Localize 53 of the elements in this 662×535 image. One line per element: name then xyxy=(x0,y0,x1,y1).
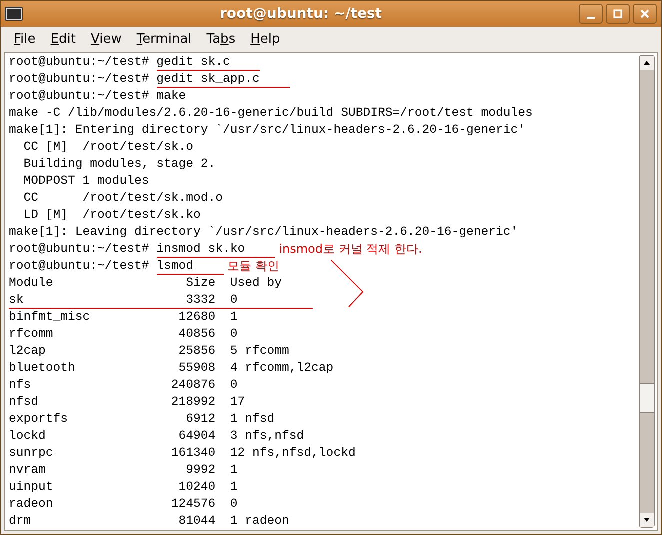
annotation-note: 모듈 확인 xyxy=(228,259,280,274)
command-text: insmod sk.ko xyxy=(156,242,276,258)
maximize-icon xyxy=(613,9,623,19)
menu-item[interactable]: File xyxy=(14,30,36,50)
maximize-button[interactable] xyxy=(606,4,630,24)
close-button[interactable] xyxy=(633,4,657,24)
output-line: nvram 9992 1 xyxy=(9,463,238,478)
output-line: nfs 240876 0 xyxy=(9,378,238,393)
close-icon xyxy=(640,9,650,19)
window-title: root@ubuntu: ~/test xyxy=(219,4,383,24)
output-line: drm 81044 1 radeon xyxy=(9,514,290,529)
output-line: nfsd 218992 17 xyxy=(9,395,246,410)
scroll-up-icon[interactable] xyxy=(640,56,654,70)
output-line: sk 3332 0 xyxy=(9,292,313,308)
shell-prompt: root@ubuntu:~/test# xyxy=(9,88,150,106)
shell-prompt: root@ubuntu:~/test# xyxy=(9,258,150,276)
output-line: make[1]: Leaving directory `/usr/src/linux-headers-2.6.20-16-generic' xyxy=(9,225,518,240)
command-text: lsmod xyxy=(156,258,224,274)
minimize-icon xyxy=(586,17,596,19)
annotation-note: insmod로 커널 적제 한다. xyxy=(279,242,422,257)
terminal-icon xyxy=(5,7,23,21)
shell-prompt: root@ubuntu:~/test# xyxy=(9,54,150,72)
output-line: binfmt_misc 12680 1 xyxy=(9,310,238,325)
minimize-button[interactable] xyxy=(579,4,603,24)
menu-item[interactable]: Help xyxy=(250,30,280,50)
output-line: lockd 64904 3 nfs,nfsd xyxy=(9,429,304,444)
shell-prompt: root@ubuntu:~/test# xyxy=(9,71,150,88)
output-line: bluetooth 55908 4 rfcomm,l2cap xyxy=(9,361,334,376)
menu-item[interactable]: Terminal xyxy=(136,30,192,50)
output-line: LD [M] /root/test/sk.ko xyxy=(22,208,201,223)
shell-prompt: root@ubuntu:~/test# xyxy=(9,241,150,258)
scroll-thumb[interactable] xyxy=(640,383,654,413)
menu-item[interactable]: View xyxy=(90,30,122,50)
output-line: make[1]: Entering directory `/usr/src/linux-headers-2.6.20-16-generic' xyxy=(9,123,526,138)
output-line: uinput 10240 1 xyxy=(9,480,238,495)
command-text: make xyxy=(156,89,186,104)
output-line: MODPOST 1 modules xyxy=(22,174,150,189)
output-line: radeon 124576 0 xyxy=(9,497,238,512)
output-line: make -C /lib/modules/2.6.20-16-generic/build SUBDIRS=/root/test modules xyxy=(9,106,533,121)
output-line: sunrpc 161340 12 nfs,nfsd,lockd xyxy=(9,446,356,461)
menu-item[interactable]: Tabs xyxy=(206,30,236,50)
output-line: CC /root/test/sk.mod.o xyxy=(22,191,224,206)
output-line: exportfs 6912 1 nfsd xyxy=(9,412,275,427)
menu-item[interactable]: Edit xyxy=(50,30,76,50)
command-text: gedit sk.c xyxy=(156,54,260,70)
output-line: rfcomm 40856 0 xyxy=(9,327,238,342)
output-line: Module Size Used by xyxy=(9,276,282,291)
output-line: CC [M] /root/test/sk.o xyxy=(22,140,194,155)
output-line: l2cap 25856 5 rfcomm xyxy=(9,344,290,359)
output-line: Building modules, stage 2. xyxy=(22,157,216,172)
scroll-down-icon[interactable] xyxy=(640,513,654,527)
command-text: gedit sk_app.c xyxy=(156,72,290,88)
scrollbar[interactable] xyxy=(639,55,655,528)
